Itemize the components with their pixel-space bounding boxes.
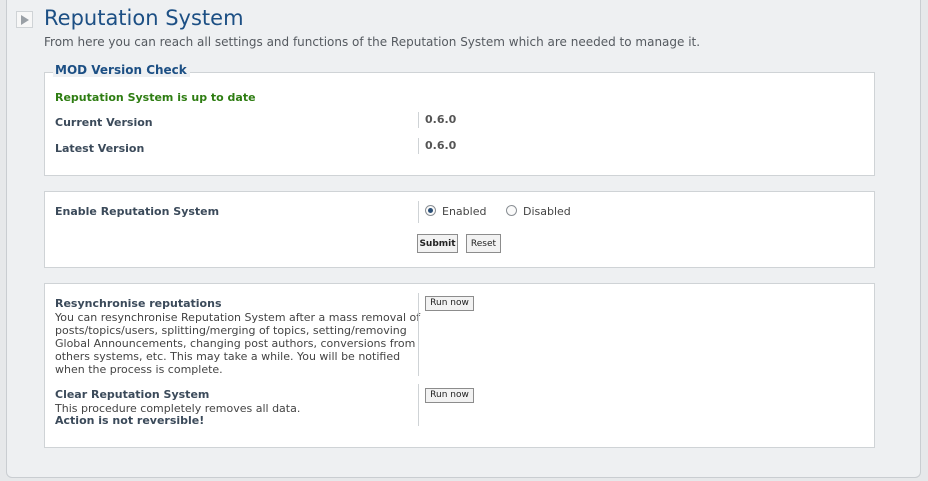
divider — [418, 138, 419, 154]
version-check-legend: MOD Version Check — [53, 63, 190, 77]
version-status: Reputation System is up to date — [55, 91, 256, 104]
current-version-label: Current Version — [55, 116, 153, 129]
submit-button[interactable]: Submit — [417, 234, 458, 253]
clear-run-button[interactable]: Run now — [425, 388, 474, 403]
enabled-radio[interactable] — [425, 205, 436, 216]
version-check-fieldset — [44, 72, 875, 176]
divider — [418, 384, 419, 426]
current-version-value: 0.6.0 — [425, 113, 457, 126]
disabled-radio[interactable] — [506, 205, 517, 216]
enable-label: Enable Reputation System — [55, 205, 220, 218]
enable-fieldset — [44, 191, 875, 268]
divider — [418, 201, 419, 223]
divider — [418, 112, 419, 128]
resync-title: Resynchronise reputations — [55, 297, 222, 310]
latest-version-value: 0.6.0 — [425, 139, 457, 152]
page-title: Reputation System — [44, 6, 244, 30]
resync-run-button[interactable]: Run now — [425, 296, 474, 311]
divider — [418, 293, 419, 376]
page-description: From here you can reach all settings and… — [44, 35, 701, 49]
clear-title: Clear Reputation System — [55, 388, 210, 401]
triangle-right-icon — [21, 15, 29, 25]
disabled-radio-label[interactable]: Disabled — [523, 205, 571, 218]
collapse-toggle[interactable] — [16, 11, 33, 28]
resync-description: You can resynchronise Reputation System … — [55, 311, 421, 376]
enabled-radio-label[interactable]: Enabled — [442, 205, 486, 218]
latest-version-label: Latest Version — [55, 142, 145, 155]
reset-button[interactable]: Reset — [466, 234, 501, 253]
clear-warning: Action is not reversible! — [55, 414, 205, 427]
